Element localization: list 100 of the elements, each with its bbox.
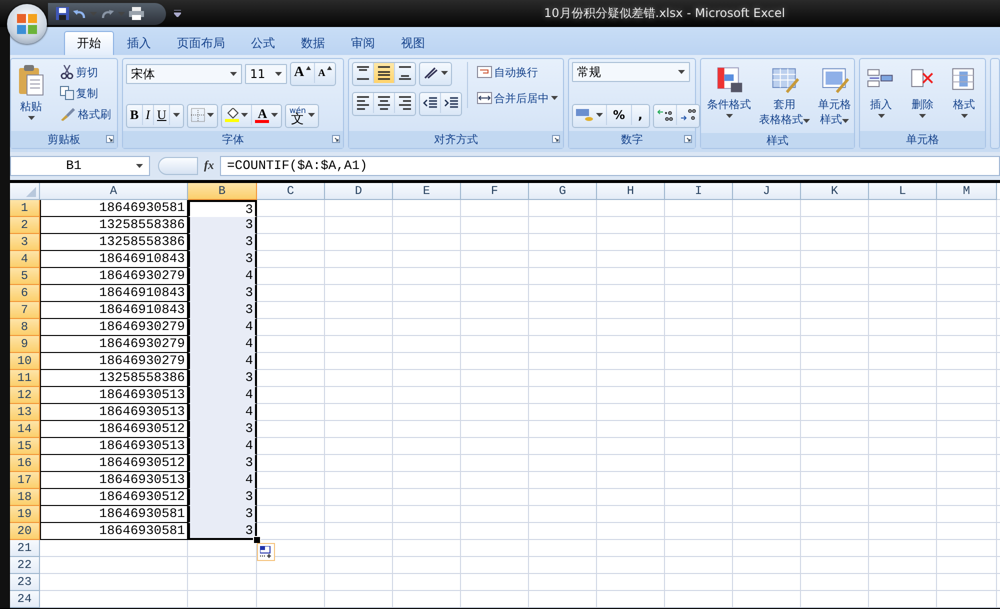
wrap-text-button[interactable]: 自动换行 [473, 62, 562, 82]
insert-function-button[interactable]: fx [204, 158, 214, 173]
ribbon-tab[interactable]: 数据 [288, 31, 338, 55]
column-header[interactable]: L [869, 183, 937, 200]
column-header[interactable]: B [188, 183, 257, 200]
number-format-dropdown[interactable]: 常规 [572, 62, 690, 82]
dialog-launcher-icon[interactable] [552, 135, 560, 143]
redo-icon[interactable] [101, 8, 114, 20]
percent-button[interactable]: % [607, 105, 632, 125]
resize-handle[interactable] [158, 156, 198, 174]
row-header[interactable]: 11 [10, 370, 40, 387]
table-cell: 18646930513 [40, 472, 188, 489]
column-header[interactable]: F [461, 183, 529, 200]
customize-toolbar-icon[interactable] [174, 10, 181, 17]
table-cell: 13258558386 [40, 217, 188, 234]
row-header[interactable]: 6 [10, 285, 40, 302]
row-header[interactable]: 17 [10, 472, 40, 489]
row-header[interactable]: 14 [10, 421, 40, 438]
row-header[interactable]: 16 [10, 455, 40, 472]
row-header[interactable]: 23 [10, 574, 40, 591]
dialog-launcher-icon[interactable] [332, 135, 340, 143]
row-header[interactable]: 18 [10, 489, 40, 506]
row-header[interactable]: 9 [10, 336, 40, 353]
row-header[interactable]: 22 [10, 557, 40, 574]
row-header[interactable]: 13 [10, 404, 40, 421]
row-header[interactable]: 12 [10, 387, 40, 404]
cell-styles-button[interactable]: 单元格 样式 [815, 62, 854, 130]
row-header[interactable]: 3 [10, 234, 40, 251]
row-header[interactable]: 24 [10, 591, 40, 608]
table-cell: 4 [188, 387, 257, 404]
row-header[interactable]: 4 [10, 251, 40, 268]
formula-input[interactable]: =COUNTIF($A:$A,A1) [220, 156, 1000, 176]
ribbon-tab[interactable]: 审阅 [338, 31, 388, 55]
ribbon-tab[interactable]: 开始 [64, 31, 114, 55]
column-header[interactable]: J [733, 183, 801, 200]
row-header[interactable]: 15 [10, 438, 40, 455]
bold-button[interactable]: B [127, 105, 143, 125]
comma-style-button[interactable]: , [632, 105, 649, 125]
insert-button[interactable]: 插入 [863, 62, 899, 121]
angled-text-icon [423, 66, 439, 80]
printer-icon[interactable] [129, 7, 144, 20]
caret-icon [551, 96, 558, 100]
column-header[interactable]: D [325, 183, 393, 200]
ribbon-tab[interactable]: 页面布局 [164, 31, 238, 55]
column-header[interactable]: K [801, 183, 869, 200]
table-cell: 3 [188, 489, 257, 506]
shrink-font-button[interactable]: A [315, 63, 336, 83]
corner-triangle-icon [26, 187, 36, 197]
underline-button[interactable]: U [154, 105, 170, 125]
fill-handle[interactable] [253, 536, 261, 544]
copy-button[interactable]: 复制 [56, 83, 115, 103]
dialog-launcher-icon[interactable] [684, 135, 692, 143]
paste-button[interactable]: 粘贴 [14, 62, 48, 123]
row-header[interactable]: 19 [10, 506, 40, 523]
conditional-formatting-button[interactable]: 条件格式 [704, 62, 754, 121]
merge-center-button[interactable]: 合并后居中 [473, 88, 562, 108]
ribbon-tab[interactable]: 视图 [388, 31, 438, 55]
row-header[interactable]: 7 [10, 302, 40, 319]
table-cell: 4 [188, 319, 257, 336]
group-label: 样式 [766, 133, 788, 148]
row-header[interactable]: 21 [10, 540, 40, 557]
table-cell: 4 [188, 336, 257, 353]
office-button[interactable] [7, 4, 47, 44]
vertical-align-button[interactable] [374, 63, 395, 83]
scissors-icon [60, 65, 74, 79]
ribbon-tab[interactable]: 公式 [238, 31, 288, 55]
column-header[interactable]: H [597, 183, 665, 200]
column-header[interactable]: G [529, 183, 597, 200]
italic-button[interactable]: I [142, 105, 154, 125]
grow-font-button[interactable]: A [291, 63, 316, 83]
undo-icon[interactable] [73, 8, 86, 20]
column-header[interactable]: E [393, 183, 461, 200]
table-cell: 18646910843 [40, 302, 188, 319]
currency-format-button[interactable] [573, 105, 607, 125]
row-header[interactable]: 1 [10, 200, 40, 217]
dialog-launcher-icon[interactable] [106, 135, 114, 143]
row-header[interactable]: 8 [10, 319, 40, 336]
column-header[interactable]: A [40, 183, 188, 200]
row-header[interactable]: 2 [10, 217, 40, 234]
fill-color-button[interactable] [222, 105, 252, 125]
font-name-dropdown[interactable]: 宋体 [126, 64, 242, 84]
format-painter-button[interactable]: 格式刷 [56, 104, 115, 124]
delete-button[interactable]: 删除 [904, 62, 940, 121]
column-header[interactable]: M [937, 183, 997, 200]
row-header[interactable]: 20 [10, 523, 40, 540]
name-box[interactable]: B1 [10, 156, 150, 176]
column-header[interactable]: I [665, 183, 733, 200]
paste-options-button[interactable] [257, 543, 275, 561]
caret-icon [136, 164, 143, 168]
format-as-table-button[interactable]: 套用 表格格式 [756, 62, 813, 130]
row-header[interactable]: 5 [10, 268, 40, 285]
format-button[interactable]: 格式 [946, 62, 982, 121]
save-icon[interactable] [56, 7, 69, 20]
row-header[interactable]: 10 [10, 353, 40, 370]
ribbon-tab[interactable]: 插入 [114, 31, 164, 55]
font-size-dropdown[interactable]: 11 [245, 64, 287, 84]
table-cell: 3 [188, 217, 257, 234]
column-header[interactable]: C [257, 183, 325, 200]
caret-icon [441, 71, 448, 75]
cut-button[interactable]: 剪切 [56, 62, 115, 82]
